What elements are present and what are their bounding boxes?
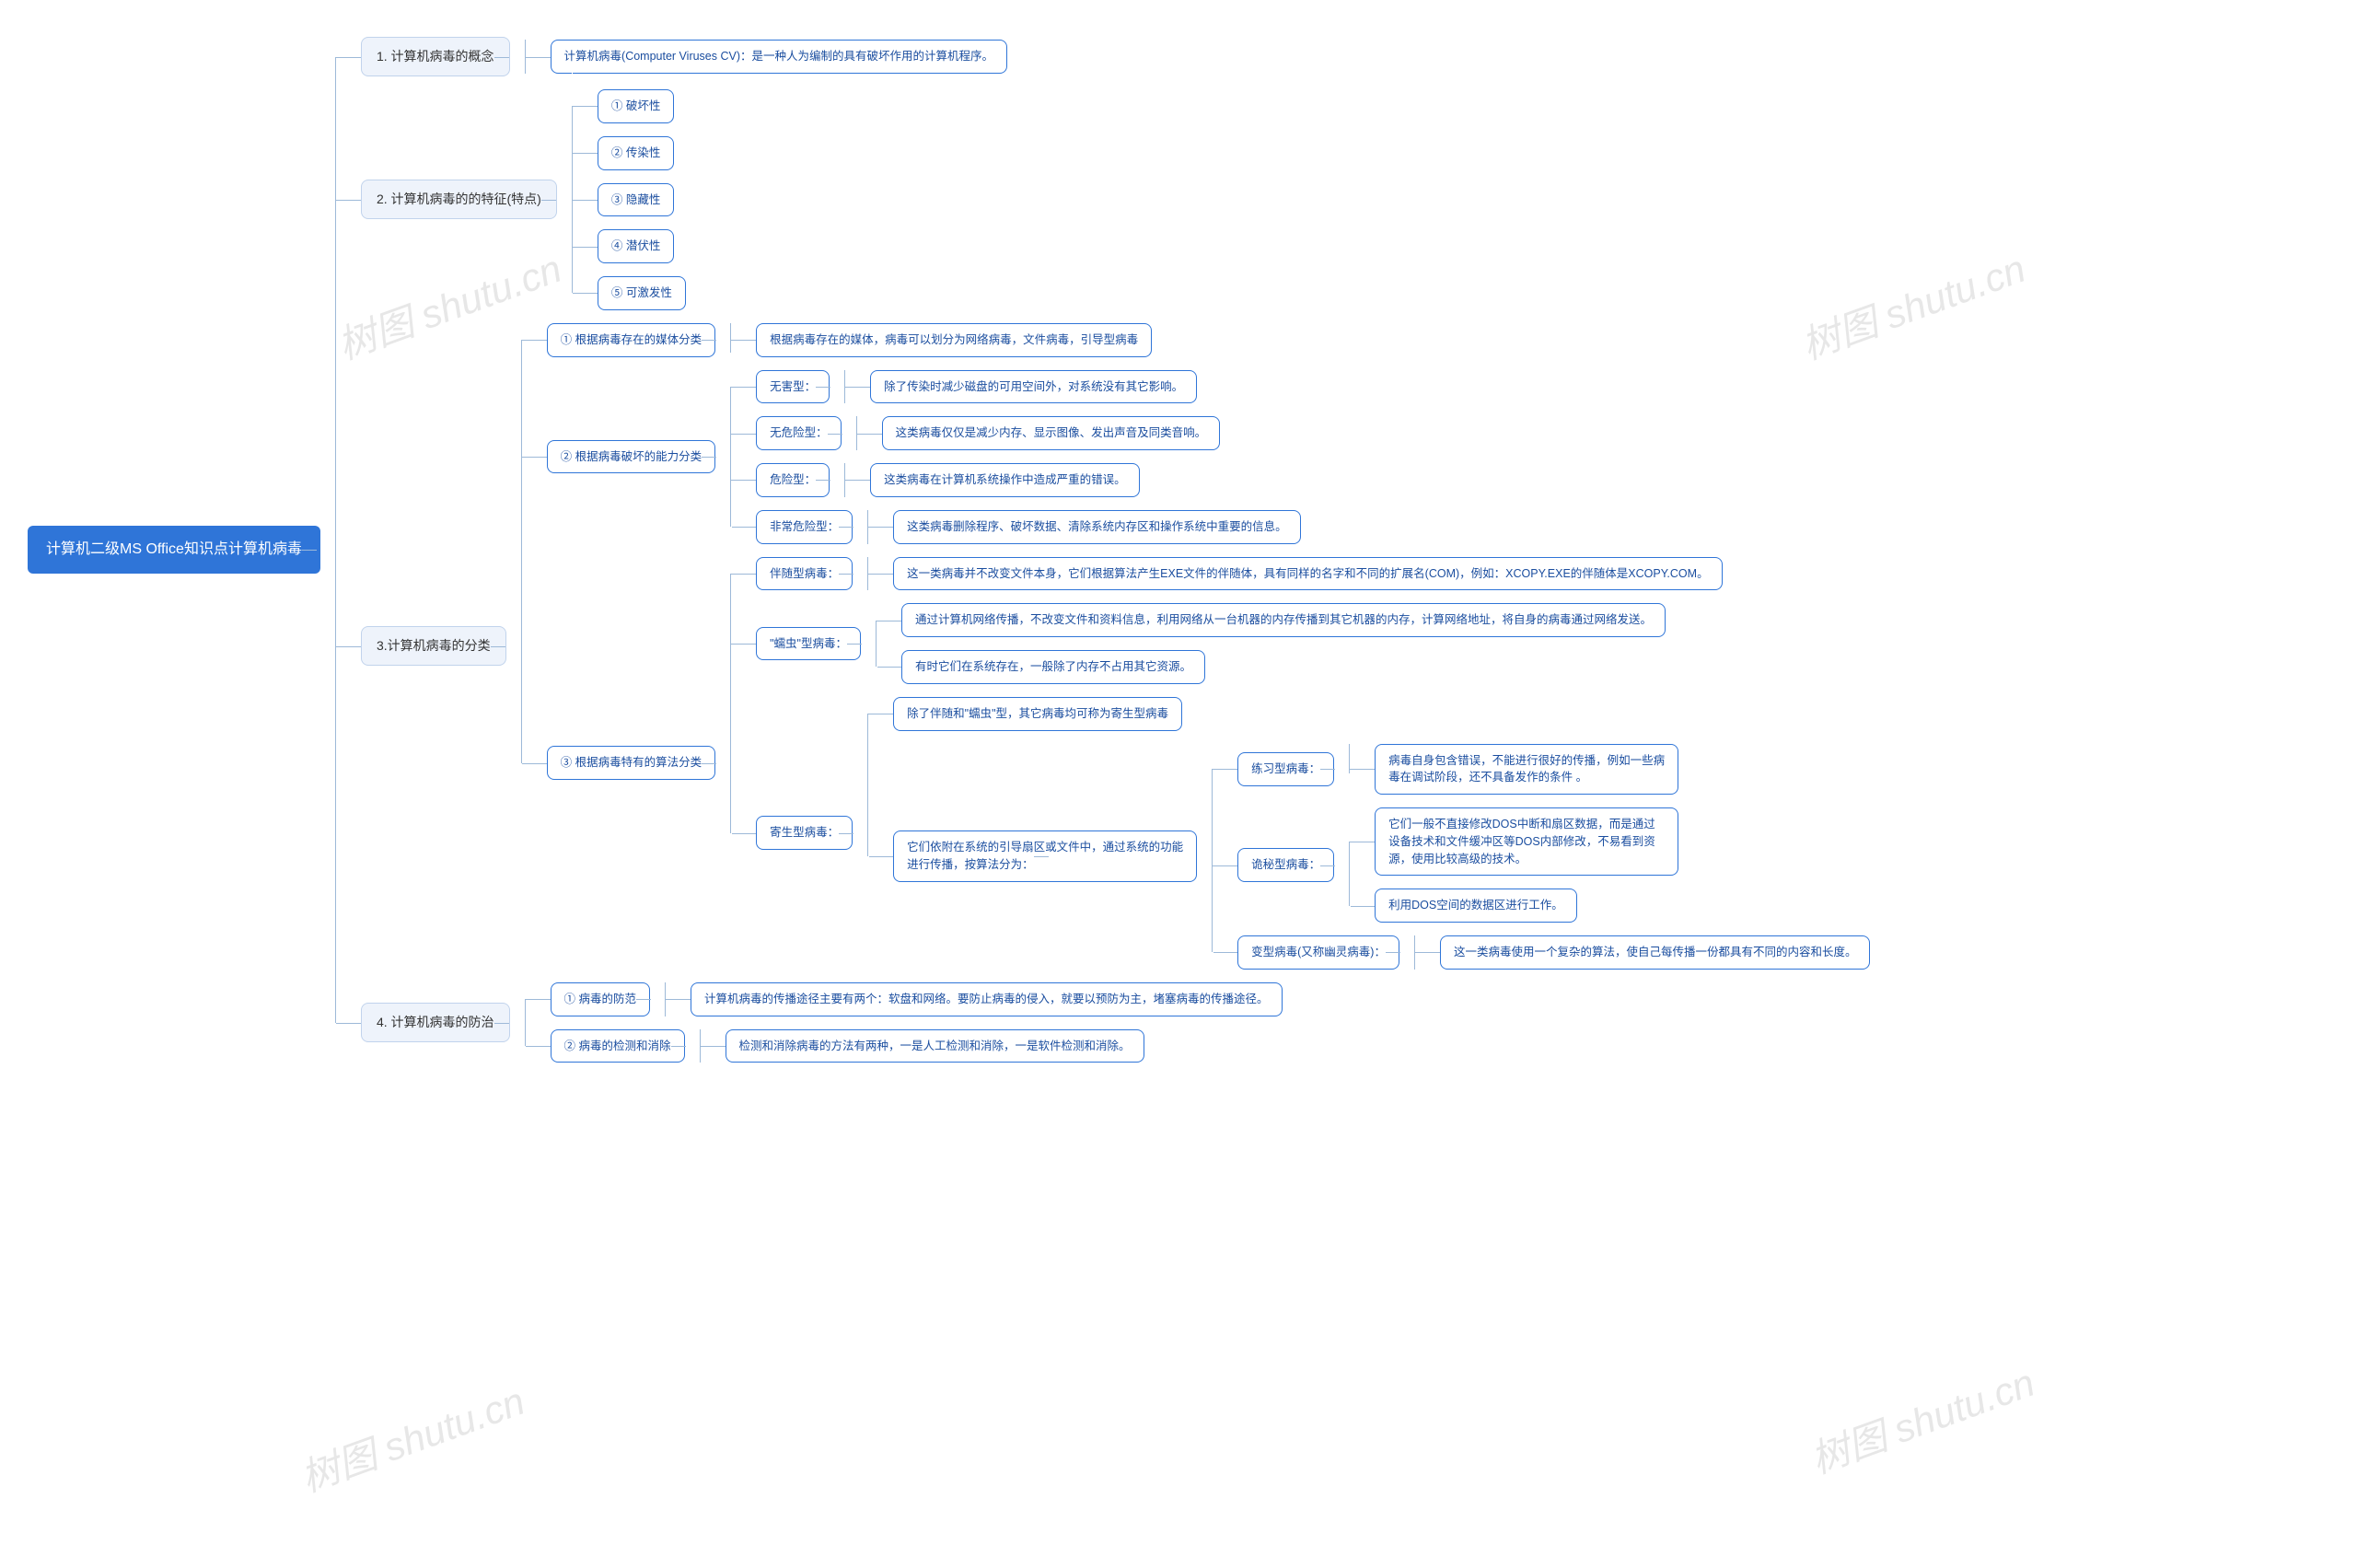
section-2-features[interactable]: 2. 计算机病毒的的特征(特点) <box>361 180 557 219</box>
damage-nonhazard-desc[interactable]: 这类病毒仅仅是减少内存、显示图像、发出声音及同类音响。 <box>882 416 1221 450</box>
mindmap-canvas: 树图 shutu.cn 树图 shutu.cn 树图 shutu.cn 树图 s… <box>0 0 2357 1568</box>
damage-harmless[interactable]: 无害型： <box>756 370 830 404</box>
damage-hazard-desc[interactable]: 这类病毒在计算机系统操作中造成严重的错误。 <box>870 463 1140 497</box>
feature-item[interactable]: ⑤ 可激发性 <box>598 276 686 310</box>
stealth-virus-desc-2[interactable]: 利用DOS空间的数据区进行工作。 <box>1375 889 1577 923</box>
watermark: 树图 shutu.cn <box>1802 1352 2041 1484</box>
worm-virus-desc-1[interactable]: 通过计算机网络传播，不改变文件和资料信息，利用网络从一台机器的内存传播到其它机器… <box>901 603 1666 637</box>
damage-hazard[interactable]: 危险型： <box>756 463 830 497</box>
classify-by-damage[interactable]: ② 根据病毒破坏的能力分类 <box>547 440 715 474</box>
damage-severe[interactable]: 非常危险型： <box>756 510 853 544</box>
parasite-virus[interactable]: 寄生型病毒： <box>756 816 853 850</box>
worm-virus-desc-2[interactable]: 有时它们在系统存在，一般除了内存不占用其它资源。 <box>901 650 1205 684</box>
prevention-desc[interactable]: 计算机病毒的传播途径主要有两个：软盘和网络。要防止病毒的侵入，就要以预防为主，堵… <box>691 982 1283 1016</box>
damage-harmless-desc[interactable]: 除了传染时减少磁盘的可用空间外，对系统没有其它影响。 <box>870 370 1197 404</box>
classify-by-algorithm[interactable]: ③ 根据病毒特有的算法分类 <box>547 746 715 780</box>
practice-virus[interactable]: 练习型病毒： <box>1237 752 1334 786</box>
detection-removal[interactable]: ② 病毒的检测和消除 <box>551 1029 685 1063</box>
root-node[interactable]: 计算机二级MS Office知识点计算机病毒 <box>28 526 320 574</box>
section-1-concept[interactable]: 1. 计算机病毒的概念 <box>361 37 510 76</box>
parasite-virus-desc-1[interactable]: 除了伴随和"蠕虫"型，其它病毒均可称为寄生型病毒 <box>893 697 1182 731</box>
section-3-classification[interactable]: 3.计算机病毒的分类 <box>361 626 506 666</box>
feature-item[interactable]: ④ 潜伏性 <box>598 229 674 263</box>
watermark: 树图 shutu.cn <box>292 1370 531 1503</box>
polymorphic-virus[interactable]: 变型病毒(又称幽灵病毒)： <box>1237 935 1399 970</box>
worm-virus[interactable]: "蠕虫"型病毒： <box>756 627 861 661</box>
damage-severe-desc[interactable]: 这类病毒删除程序、破坏数据、清除系统内存区和操作系统中重要的信息。 <box>893 510 1301 544</box>
classify-by-media[interactable]: ① 根据病毒存在的媒体分类 <box>547 323 715 357</box>
companion-virus[interactable]: 伴随型病毒： <box>756 557 853 591</box>
stealth-virus-desc-1[interactable]: 它们一般不直接修改DOS中断和扇区数据，而是通过设备技术和文件缓冲区等DOS内部… <box>1375 807 1678 876</box>
concept-definition[interactable]: 计算机病毒(Computer Viruses CV)：是一种人为编制的具有破坏作… <box>551 40 1007 74</box>
parasite-virus-desc-2[interactable]: 它们依附在系统的引导扇区或文件中，通过系统的功能进行传播，按算法分为： <box>893 830 1197 882</box>
prevention[interactable]: ① 病毒的防范 <box>551 982 650 1016</box>
feature-item[interactable]: ① 破坏性 <box>598 89 674 123</box>
damage-nonhazard[interactable]: 无危险型： <box>756 416 842 450</box>
classify-by-media-desc[interactable]: 根据病毒存在的媒体，病毒可以划分为网络病毒，文件病毒，引导型病毒 <box>756 323 1152 357</box>
practice-virus-desc[interactable]: 病毒自身包含错误，不能进行很好的传播，例如一些病毒在调试阶段，还不具备发作的条件… <box>1375 744 1678 796</box>
feature-item[interactable]: ③ 隐藏性 <box>598 183 674 217</box>
detection-removal-desc[interactable]: 检测和消除病毒的方法有两种，一是人工检测和消除，一是软件检测和消除。 <box>726 1029 1144 1063</box>
polymorphic-virus-desc[interactable]: 这一类病毒使用一个复杂的算法，使自己每传播一份都具有不同的内容和长度。 <box>1440 935 1871 970</box>
feature-item[interactable]: ② 传染性 <box>598 136 674 170</box>
companion-virus-desc[interactable]: 这一类病毒并不改变文件本身，它们根据算法产生EXE文件的伴随体，具有同样的名字和… <box>893 557 1722 591</box>
tree-root: 计算机二级MS Office知识点计算机病毒 1. 计算机病毒的概念 计算机病毒… <box>28 37 2329 1063</box>
section-4-prevention[interactable]: 4. 计算机病毒的防治 <box>361 1003 510 1042</box>
stealth-virus[interactable]: 诡秘型病毒： <box>1237 848 1334 882</box>
